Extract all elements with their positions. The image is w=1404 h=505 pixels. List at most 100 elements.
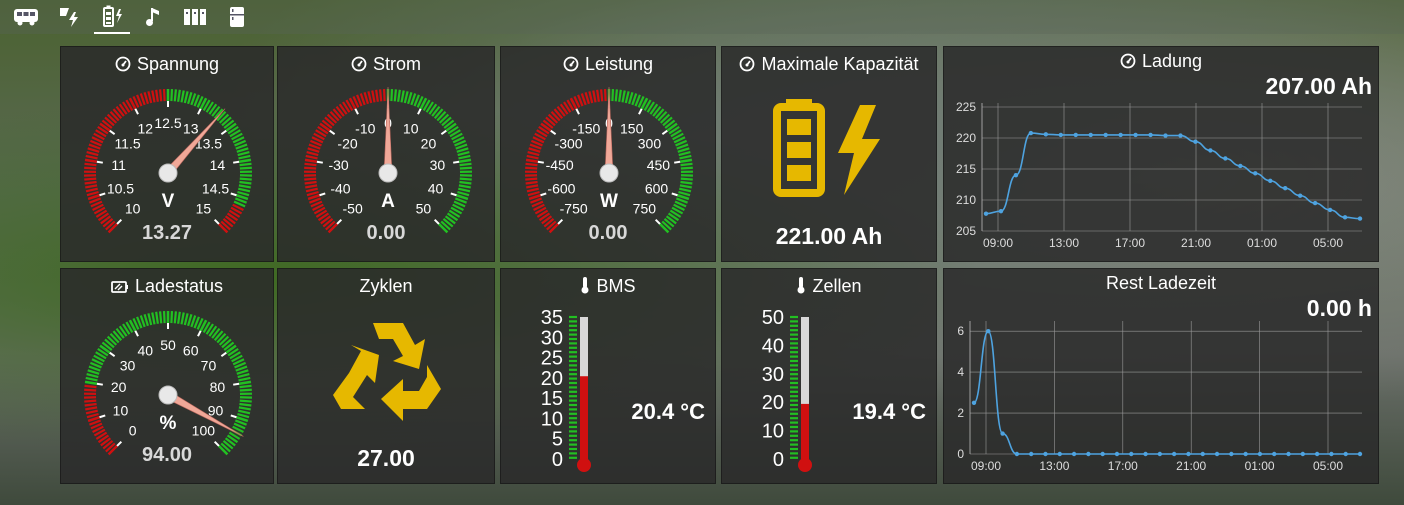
thermometer-tick-label: 30 xyxy=(762,364,784,386)
gauge-tick-label: -750 xyxy=(560,200,588,216)
gauge-tick xyxy=(400,90,405,103)
gauge-tick xyxy=(239,402,252,407)
gauge-tick-label: 14.5 xyxy=(202,180,229,196)
chart-y-tick: 6 xyxy=(957,324,964,338)
zyklen-value: 27.00 xyxy=(357,445,415,471)
chart-point xyxy=(1163,133,1168,138)
chart-point xyxy=(986,328,991,334)
gauge-tick xyxy=(236,147,249,153)
gauge-major-tick xyxy=(134,330,139,337)
gauge-major-tick xyxy=(96,382,103,386)
chart-point xyxy=(1312,200,1318,206)
chart-point xyxy=(1286,451,1291,457)
gauge-tick xyxy=(87,147,100,153)
gauge-tick-label: 60 xyxy=(183,342,199,358)
nav-music[interactable] xyxy=(136,0,172,34)
gauge-tick xyxy=(458,184,471,189)
gauge-major-tick xyxy=(440,129,447,136)
gauge-tick xyxy=(84,158,98,163)
gauge-tick xyxy=(180,90,185,103)
chart-series-line xyxy=(985,132,1361,220)
chart-y-tick: 4 xyxy=(957,365,964,379)
strom-value: 0.00 xyxy=(366,222,406,244)
ladestatus-card: Ladestatus 0 10 20 30 40 50 60 70 80 90 100% 94.00 xyxy=(60,268,274,484)
gauge-tick xyxy=(678,190,691,197)
chart-x-tick: 09:00 xyxy=(983,236,1013,250)
nav-sections[interactable] xyxy=(177,0,213,34)
gauge-tick-label: 14 xyxy=(210,157,226,173)
spannung-card: Spannung 10 10.5 11 11.5 12 12.5 13 13.5 14 14.5 1… xyxy=(60,46,274,262)
chart-point xyxy=(1257,451,1263,457)
gauge-tick xyxy=(162,311,166,324)
gauge-tick xyxy=(173,311,178,324)
chart-point xyxy=(1253,171,1258,176)
gauge-tick xyxy=(187,314,193,327)
kapazitaet-title: Maximale Kapazität xyxy=(761,54,919,74)
gauge-tick xyxy=(677,147,690,153)
gauge-tick xyxy=(84,384,97,389)
gauge-tick xyxy=(457,190,470,197)
gauge-tick xyxy=(306,151,319,157)
gauge-tick xyxy=(237,151,250,157)
chart-point xyxy=(1229,451,1234,457)
gauge-tick xyxy=(621,90,626,103)
gauge-tick-label: 20 xyxy=(111,379,127,395)
gauge-tick xyxy=(680,177,693,181)
gauge-tick xyxy=(86,373,99,379)
chart-point xyxy=(1171,451,1177,457)
gauge-needle-hub xyxy=(378,163,398,183)
gauge-tick xyxy=(628,92,634,105)
chart-point xyxy=(1133,132,1138,138)
nav-device[interactable] xyxy=(219,0,255,34)
gauge-tick xyxy=(183,313,189,326)
gauge-tick xyxy=(305,187,318,193)
solar-charge-icon xyxy=(60,8,78,27)
chart-point xyxy=(1143,451,1148,457)
battery-charge-icon xyxy=(103,5,122,27)
gauge-tick xyxy=(603,89,607,102)
gauge-tick xyxy=(238,406,251,411)
gauge-tick xyxy=(147,313,153,326)
gauge-tick xyxy=(304,158,318,163)
gauge-tick-label: -30 xyxy=(328,157,348,173)
gauge-tick xyxy=(526,184,539,189)
chart-point xyxy=(998,208,1004,214)
chart-point xyxy=(1073,132,1078,138)
gauge-tick xyxy=(679,158,693,163)
gauge-tick xyxy=(393,89,398,102)
gauge-tick xyxy=(527,151,540,157)
chart-x-tick: 01:00 xyxy=(1247,236,1277,250)
gauge-needle-hub xyxy=(158,385,178,405)
chart-point xyxy=(1214,451,1220,457)
thermometer-tick-label: 0 xyxy=(552,449,563,471)
gauge-tick xyxy=(378,89,383,102)
nav-bus[interactable] xyxy=(8,0,44,34)
gauge-major-tick xyxy=(220,351,227,358)
gauge-tick xyxy=(528,147,541,153)
chart-point xyxy=(1043,132,1049,137)
gauge-major-tick xyxy=(450,192,457,197)
chart-point xyxy=(1283,186,1288,191)
nav-solar[interactable] xyxy=(52,0,88,34)
gauge-tick xyxy=(304,177,317,181)
gauge-tick xyxy=(304,166,317,170)
gauge-tick-label: 50 xyxy=(416,200,432,216)
gauge-tick xyxy=(239,399,252,403)
chart-x-tick: 13:00 xyxy=(1039,459,1069,473)
gauge-major-tick xyxy=(197,108,202,115)
gauge-tick-label: 40 xyxy=(428,180,444,196)
gauge-needle-hub xyxy=(599,163,619,183)
gauge-tick-label: 150 xyxy=(620,120,644,136)
gauge-tick xyxy=(86,190,99,197)
gauge-tick-label: -50 xyxy=(343,200,363,216)
gauge-tick xyxy=(239,384,252,389)
chart-point xyxy=(1071,451,1077,457)
gauge-tick xyxy=(238,158,252,163)
gauge-tick xyxy=(624,91,630,104)
gauge-tick xyxy=(237,373,250,379)
strom-card: Strom -50-40-30-20-1001020304050A 0.00 xyxy=(277,46,495,262)
gauge-tick xyxy=(238,154,251,160)
gauge-tick-label: -150 xyxy=(572,120,600,136)
nav-battery[interactable] xyxy=(94,0,130,34)
gauge-tick xyxy=(459,162,472,167)
